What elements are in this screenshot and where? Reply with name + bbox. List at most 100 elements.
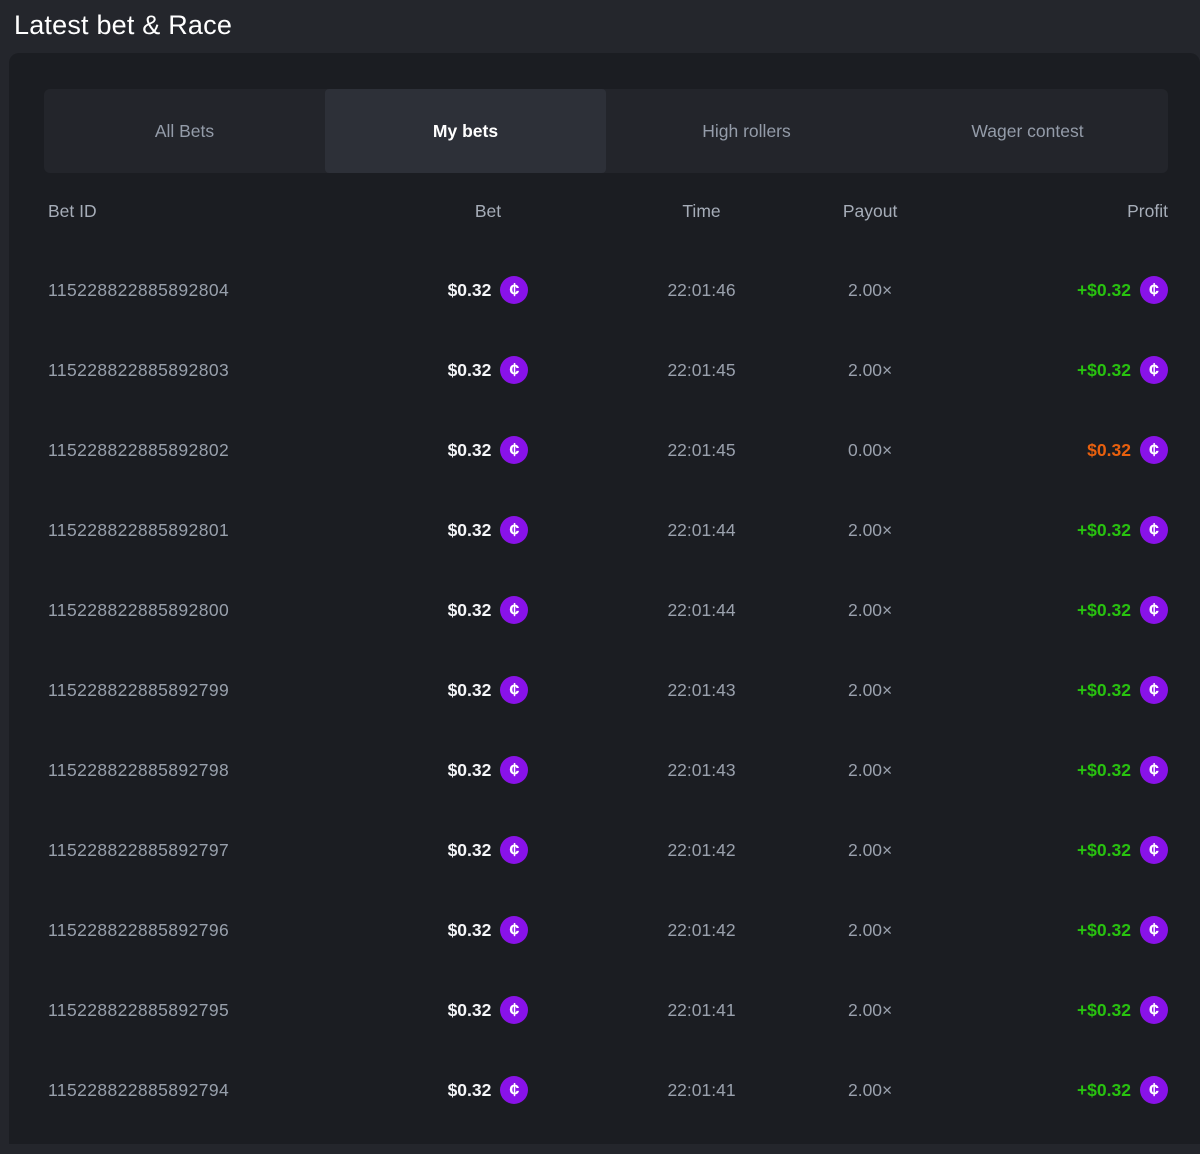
header-profit: Profit — [943, 201, 1168, 222]
bet-payout: 2.00× — [797, 360, 943, 381]
table-row[interactable]: 115228822885892797 $0.32 ¢ 22:01:42 2.00… — [44, 810, 1168, 890]
coin-icon: ¢ — [1140, 756, 1168, 784]
latest-bets-panel: All Bets My bets High rollers Wager cont… — [9, 53, 1200, 1144]
bet-amount: $0.32 ¢ — [370, 836, 606, 864]
profit-value: +$0.32 — [1077, 760, 1131, 781]
bet-amount-value: $0.32 — [448, 920, 492, 941]
header-payout: Payout — [797, 201, 943, 222]
bet-profit: +$0.32 ¢ — [943, 996, 1168, 1024]
bet-amount-value: $0.32 — [448, 760, 492, 781]
coin-icon: ¢ — [1140, 1076, 1168, 1104]
bet-payout: 2.00× — [797, 1000, 943, 1021]
bet-profit: $0.32 ¢ — [943, 436, 1168, 464]
table-row[interactable]: 115228822885892800 $0.32 ¢ 22:01:44 2.00… — [44, 570, 1168, 650]
bet-payout: 2.00× — [797, 920, 943, 941]
coin-icon: ¢ — [500, 916, 528, 944]
table-row[interactable]: 115228822885892803 $0.32 ¢ 22:01:45 2.00… — [44, 330, 1168, 410]
coin-icon: ¢ — [500, 836, 528, 864]
bet-amount: $0.32 ¢ — [370, 436, 606, 464]
profit-value: +$0.32 — [1077, 1080, 1131, 1101]
tab-high-rollers[interactable]: High rollers — [606, 89, 887, 173]
profit-value: +$0.32 — [1077, 1000, 1131, 1021]
table-row[interactable]: 115228822885892794 $0.32 ¢ 22:01:41 2.00… — [44, 1050, 1168, 1130]
bet-amount-value: $0.32 — [448, 600, 492, 621]
bet-amount-value: $0.32 — [448, 280, 492, 301]
table-row[interactable]: 115228822885892795 $0.32 ¢ 22:01:41 2.00… — [44, 970, 1168, 1050]
bet-id: 115228822885892804 — [44, 280, 370, 301]
bet-payout: 2.00× — [797, 1080, 943, 1101]
coin-icon: ¢ — [500, 676, 528, 704]
bet-id: 115228822885892796 — [44, 920, 370, 941]
profit-value: +$0.32 — [1077, 520, 1131, 541]
coin-icon: ¢ — [1140, 436, 1168, 464]
coin-icon: ¢ — [500, 516, 528, 544]
coin-icon: ¢ — [1140, 916, 1168, 944]
coin-icon: ¢ — [500, 1076, 528, 1104]
table-row[interactable]: 115228822885892801 $0.32 ¢ 22:01:44 2.00… — [44, 490, 1168, 570]
bet-amount: $0.32 ¢ — [370, 356, 606, 384]
table-row[interactable]: 115228822885892796 $0.32 ¢ 22:01:42 2.00… — [44, 890, 1168, 970]
bet-id: 115228822885892801 — [44, 520, 370, 541]
table-row[interactable]: 115228822885892799 $0.32 ¢ 22:01:43 2.00… — [44, 650, 1168, 730]
bet-time: 22:01:42 — [606, 920, 797, 941]
bet-payout: 2.00× — [797, 600, 943, 621]
bet-amount-value: $0.32 — [448, 680, 492, 701]
coin-icon: ¢ — [500, 276, 528, 304]
bet-time: 22:01:45 — [606, 360, 797, 381]
bet-payout: 2.00× — [797, 520, 943, 541]
bet-payout: 2.00× — [797, 680, 943, 701]
bet-id: 115228822885892795 — [44, 1000, 370, 1021]
profit-value: +$0.32 — [1077, 920, 1131, 941]
bet-time: 22:01:41 — [606, 1000, 797, 1021]
bet-amount: $0.32 ¢ — [370, 996, 606, 1024]
bet-amount-value: $0.32 — [448, 1080, 492, 1101]
header-bet-id: Bet ID — [44, 201, 370, 222]
coin-icon: ¢ — [1140, 836, 1168, 864]
coin-icon: ¢ — [1140, 596, 1168, 624]
bet-time: 22:01:45 — [606, 440, 797, 461]
tab-all-bets[interactable]: All Bets — [44, 89, 325, 173]
bet-profit: +$0.32 ¢ — [943, 836, 1168, 864]
bet-time: 22:01:43 — [606, 680, 797, 701]
bet-amount-value: $0.32 — [448, 1000, 492, 1021]
bets-table: Bet ID Bet Time Payout Profit 1152288228… — [9, 173, 1200, 1130]
profit-value: +$0.32 — [1077, 280, 1131, 301]
bet-profit: +$0.32 ¢ — [943, 676, 1168, 704]
coin-icon: ¢ — [1140, 356, 1168, 384]
bet-id: 115228822885892794 — [44, 1080, 370, 1101]
bet-amount-value: $0.32 — [448, 360, 492, 381]
tab-bar: All Bets My bets High rollers Wager cont… — [44, 89, 1168, 173]
profit-value: +$0.32 — [1077, 680, 1131, 701]
bet-time: 22:01:43 — [606, 760, 797, 781]
bet-time: 22:01:44 — [606, 600, 797, 621]
profit-value: +$0.32 — [1077, 600, 1131, 621]
bet-profit: +$0.32 ¢ — [943, 1076, 1168, 1104]
table-row[interactable]: 115228822885892798 $0.32 ¢ 22:01:43 2.00… — [44, 730, 1168, 810]
coin-icon: ¢ — [500, 436, 528, 464]
bet-payout: 2.00× — [797, 840, 943, 861]
bet-profit: +$0.32 ¢ — [943, 596, 1168, 624]
profit-value: +$0.32 — [1077, 840, 1131, 861]
bet-amount: $0.32 ¢ — [370, 596, 606, 624]
table-row[interactable]: 115228822885892802 $0.32 ¢ 22:01:45 0.00… — [44, 410, 1168, 490]
header-time: Time — [606, 201, 797, 222]
page-title: Latest bet & Race — [0, 0, 1200, 53]
bet-payout: 0.00× — [797, 440, 943, 461]
bet-payout: 2.00× — [797, 760, 943, 781]
bet-time: 22:01:42 — [606, 840, 797, 861]
table-row[interactable]: 115228822885892804 $0.32 ¢ 22:01:46 2.00… — [44, 250, 1168, 330]
coin-icon: ¢ — [1140, 676, 1168, 704]
tab-my-bets[interactable]: My bets — [325, 89, 606, 173]
bet-amount-value: $0.32 — [448, 440, 492, 461]
bet-profit: +$0.32 ¢ — [943, 916, 1168, 944]
header-bet: Bet — [370, 201, 606, 222]
coin-icon: ¢ — [500, 996, 528, 1024]
tab-wager-contest[interactable]: Wager contest — [887, 89, 1168, 173]
bet-amount: $0.32 ¢ — [370, 1076, 606, 1104]
bet-time: 22:01:44 — [606, 520, 797, 541]
table-header-row: Bet ID Bet Time Payout Profit — [44, 173, 1168, 250]
bet-time: 22:01:41 — [606, 1080, 797, 1101]
coin-icon: ¢ — [500, 356, 528, 384]
bet-amount-value: $0.32 — [448, 520, 492, 541]
coin-icon: ¢ — [1140, 276, 1168, 304]
